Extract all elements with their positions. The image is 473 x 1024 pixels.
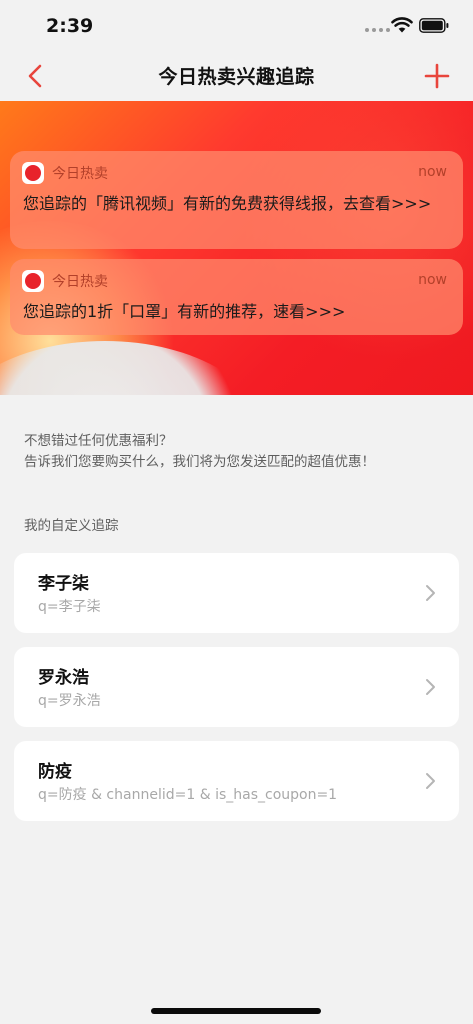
tracker-title: 李子柒 (38, 574, 89, 594)
notification-app-name: 今日热卖 (52, 274, 108, 290)
notification-body: 您追踪的「腾讯视频」有新的免费获得线报，去查看>>> (23, 194, 432, 213)
notification-time: now (418, 164, 447, 180)
tracker-title: 罗永浩 (38, 668, 89, 688)
tracker-item[interactable]: 李子柒 q=李子柒 (14, 553, 459, 633)
chevron-right-icon (426, 679, 435, 695)
page-title: 今日热卖兴趣追踪 (158, 66, 315, 88)
notification-body: 您追踪的1折「口罩」有新的推荐，速看>>> (23, 302, 346, 321)
nav-bar: 今日热卖兴趣追踪 (0, 50, 473, 102)
tracker-query: q=防疫 & channelid=1 & is_has_coupon=1 (38, 787, 338, 803)
tracker-title: 防疫 (38, 762, 72, 782)
status-bar: 2:39 (0, 0, 473, 50)
intro-line: 告诉我们您要购买什么，我们将为您发送匹配的超值优惠！ (24, 454, 375, 470)
section-label: 我的自定义追踪 (24, 518, 119, 534)
notification-app-name: 今日热卖 (52, 166, 108, 182)
chevron-right-icon (426, 585, 435, 601)
status-time: 2:39 (46, 15, 94, 37)
wifi-icon (391, 17, 413, 33)
battery-icon (419, 18, 449, 33)
tracker-query: q=李子柒 (38, 599, 101, 615)
notification-card: 今日热卖 now 您追踪的「腾讯视频」有新的免费获得线报，去查看>>> (10, 151, 463, 249)
tracker-item[interactable]: 罗永浩 q=罗永浩 (14, 647, 459, 727)
intro-line: 不想错过任何优惠福利？ (24, 433, 173, 449)
tracker-item[interactable]: 防疫 q=防疫 & channelid=1 & is_has_coupon=1 (14, 741, 459, 821)
notification-time: now (418, 272, 447, 288)
add-button[interactable] (423, 62, 451, 90)
signal-dots-icon (365, 28, 390, 32)
app-logo-icon (22, 270, 44, 292)
notification-card: 今日热卖 now 您追踪的1折「口罩」有新的推荐，速看>>> (10, 259, 463, 335)
home-indicator[interactable] (151, 1008, 321, 1014)
tracker-query: q=罗永浩 (38, 693, 101, 709)
chevron-right-icon (426, 773, 435, 789)
app-logo-icon (22, 162, 44, 184)
intro-text: 不想错过任何优惠福利？ 告诉我们您要购买什么，我们将为您发送匹配的超值优惠！ (24, 431, 454, 473)
